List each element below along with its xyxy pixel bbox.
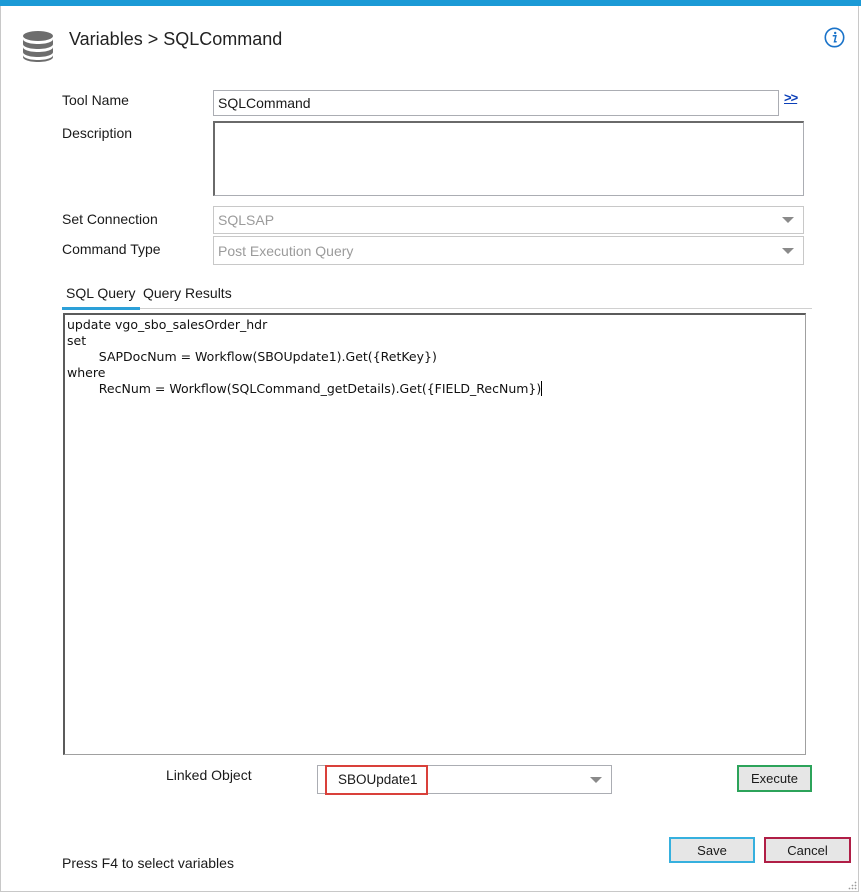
sql-line: update vgo_sbo_salesOrder_hdr [67,317,268,332]
tab-sql-query[interactable]: SQL Query [66,285,136,301]
database-icon [23,31,53,62]
linked-object-highlight [325,765,428,795]
set-connection-label: Set Connection [62,211,158,227]
save-button[interactable]: Save [669,837,755,863]
active-tab-indicator [62,307,140,310]
tab-divider [140,308,812,309]
page-title-breadcrumb: Variables > SQLCommand [69,29,283,49]
sql-line: set [67,333,87,348]
sql-line: SAPDocNum = Workflow(SBOUpdate1).Get({Re… [67,349,437,364]
cancel-button[interactable]: Cancel [764,837,851,863]
sql-line: where [67,365,106,380]
chevron-down-icon [782,247,794,254]
description-textarea[interactable] [213,121,804,196]
set-connection-select[interactable]: SQLSAP [213,206,804,234]
tool-name-label: Tool Name [62,92,129,108]
set-connection-value: SQLSAP [218,212,275,228]
text-caret [541,381,543,396]
linked-object-label: Linked Object [166,767,252,783]
command-type-label: Command Type [62,241,161,257]
description-label: Description [62,125,133,141]
sql-query-editor[interactable]: update vgo_sbo_salesOrder_hdr set SAPDocN… [63,313,806,755]
execute-button[interactable]: Execute [737,765,812,792]
command-type-select[interactable]: Post Execution Query [213,236,804,265]
command-type-value: Post Execution Query [218,242,354,259]
chevron-down-icon [590,776,602,783]
sql-line-with-caret: RecNum = Workflow(SQLCommand_getDetails)… [67,381,803,397]
f4-hint-text: Press F4 to select variables [62,855,234,871]
tab-query-results[interactable]: Query Results [143,285,232,301]
info-icon[interactable] [824,27,845,48]
tool-name-input[interactable]: SQLCommand [213,90,779,116]
tool-name-value: SQLCommand [218,95,311,111]
resize-grip-icon[interactable] [847,880,857,890]
sql-line: RecNum = Workflow(SQLCommand_getDetails)… [67,381,542,396]
chevron-down-icon [782,217,794,223]
expand-link[interactable]: >> [784,90,798,105]
